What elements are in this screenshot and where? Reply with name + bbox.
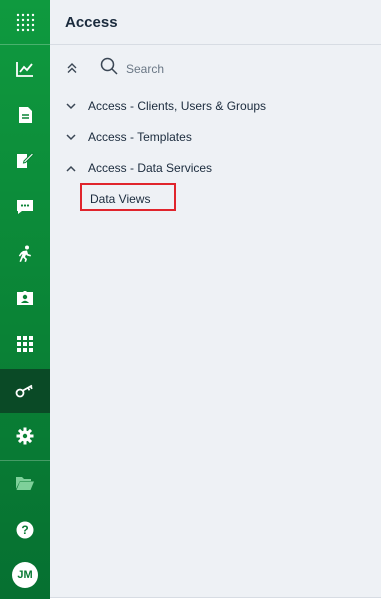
chat-icon <box>16 199 34 215</box>
edit-document-icon <box>16 151 34 169</box>
page-title: Access <box>65 13 118 31</box>
panel-toolbar <box>50 45 381 91</box>
nav-forms[interactable] <box>0 139 50 181</box>
tree-group-label: Access - Clients, Users & Groups <box>88 99 267 113</box>
chart-line-icon <box>16 61 34 77</box>
access-panel: Access Access - Clients, Users & Groups <box>50 0 381 598</box>
nav-activity[interactable] <box>0 233 50 275</box>
tree-item-data-views[interactable]: Data Views <box>90 189 150 209</box>
tree-group-label: Access - Templates <box>88 130 192 144</box>
nav-modules[interactable] <box>0 323 50 365</box>
nav-messages[interactable] <box>0 186 50 228</box>
folder-open-icon <box>15 475 35 491</box>
tree-group-data-services[interactable]: Access - Data Services <box>64 157 212 179</box>
svg-text:?: ? <box>21 523 28 537</box>
nav-access[interactable] <box>0 369 50 413</box>
tree-group-clients-users-groups[interactable]: Access - Clients, Users & Groups <box>64 95 266 117</box>
left-nav-rail: ? JM <box>0 0 50 599</box>
panel-header: Access <box>50 0 381 45</box>
nav-analytics[interactable] <box>0 48 50 90</box>
dashboard-grid-icon <box>17 336 33 352</box>
nav-settings[interactable] <box>0 415 50 457</box>
nav-documents[interactable] <box>0 94 50 136</box>
search-input[interactable] <box>124 60 308 77</box>
tree-group-templates[interactable]: Access - Templates <box>64 126 192 148</box>
search-icon <box>100 57 118 80</box>
nav-files[interactable] <box>0 462 50 504</box>
avatar: JM <box>12 562 38 588</box>
tree-item-label: Data Views <box>90 192 151 206</box>
chevron-down-icon <box>64 99 78 113</box>
document-icon <box>18 106 33 124</box>
key-icon <box>15 384 35 398</box>
user-avatar-button[interactable]: JM <box>0 553 50 597</box>
double-chevron-up-icon <box>67 63 77 73</box>
search-box[interactable] <box>100 57 308 80</box>
rail-divider <box>0 460 50 461</box>
apps-grid-icon <box>15 12 35 32</box>
collapse-all-button[interactable] <box>63 59 81 77</box>
running-person-icon <box>17 245 33 263</box>
tree-group-label: Access - Data Services <box>88 161 213 175</box>
nav-help[interactable]: ? <box>0 509 50 551</box>
apps-grid-button[interactable] <box>0 0 50 44</box>
contact-card-icon <box>16 290 34 306</box>
nav-contacts[interactable] <box>0 277 50 319</box>
gear-icon <box>16 427 34 445</box>
rail-divider <box>0 44 50 45</box>
help-icon: ? <box>16 521 34 539</box>
chevron-up-icon <box>64 161 78 175</box>
chevron-down-icon <box>64 130 78 144</box>
